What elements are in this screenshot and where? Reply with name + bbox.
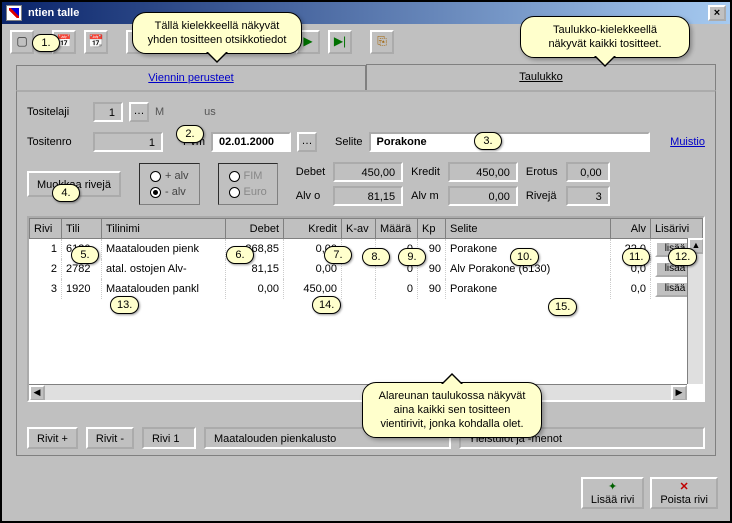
exit-icon[interactable]: ⎘: [370, 30, 394, 54]
callout-bottom: Alareunan taulukossa näkyvät aina kaikki…: [362, 382, 542, 438]
cell-tilinimi: Maatalouden pienk: [102, 239, 226, 260]
col-lisarivi[interactable]: Lisärivi: [651, 219, 703, 239]
sparkle-icon: ✦: [591, 481, 634, 494]
nav-last-icon[interactable]: ▶|: [328, 30, 352, 54]
cell-tili: 1920: [62, 279, 102, 299]
status-rivi: Rivi 1: [142, 427, 196, 449]
horizontal-scrollbar[interactable]: ◀ ▶: [29, 384, 687, 400]
cell-selite: Porakone: [446, 279, 611, 299]
label-alvo: Alv o: [296, 190, 325, 202]
marker-1: 1.: [32, 34, 60, 52]
label-alvm: Alv m: [411, 190, 440, 202]
col-tilinimi[interactable]: Tilinimi: [102, 219, 226, 239]
label-tositelaji: Tositelaji: [27, 106, 87, 118]
label-erotus: Erotus: [526, 166, 558, 178]
total-kredit: 450,00: [448, 162, 518, 182]
col-kav[interactable]: K-av: [342, 219, 376, 239]
label-selite: Selite: [335, 136, 363, 148]
cell-tilinimi: atal. ostojen Alv-: [102, 259, 226, 279]
muistio-link[interactable]: Muistio: [670, 136, 705, 148]
total-erotus: 0,00: [566, 162, 610, 182]
callout-top-left: Tällä kielekkeellä näkyvät yhden tositte…: [132, 12, 302, 54]
callout-top-right: Taulukko-kielekkeellä näkyvät kaikki tos…: [520, 16, 690, 58]
pvm-field[interactable]: 02.01.2000: [211, 132, 291, 152]
bottom-buttons: ✦ Lisää rivi ✕ Poista rivi: [581, 477, 718, 509]
x-icon: ✕: [660, 481, 708, 494]
tositelaji-field[interactable]: 1: [93, 102, 123, 122]
marker-5: 5.: [71, 246, 99, 264]
marker-3: 3.: [474, 132, 502, 150]
tositelaji-lookup-button[interactable]: …: [129, 102, 149, 122]
alv-radio-group: + alv - alv: [139, 163, 200, 205]
col-debet[interactable]: Debet: [226, 219, 284, 239]
marker-14: 14.: [312, 296, 341, 314]
tab-taulukko-label: Taulukko: [519, 71, 562, 83]
scroll-left-icon[interactable]: ◀: [29, 385, 45, 401]
cell-kp: 90: [418, 279, 446, 299]
grid-header: Rivi Tili Tilinimi Debet Kredit K-av Mää…: [30, 219, 703, 239]
col-selite[interactable]: Selite: [446, 219, 611, 239]
window-title: ntien talle: [28, 7, 79, 19]
selite-field[interactable]: Porakone: [369, 132, 651, 152]
label-riveja: Rivejä: [526, 190, 558, 202]
pvm-lookup-button[interactable]: …: [297, 132, 317, 152]
cell-rivi: 3: [30, 279, 62, 299]
total-alvo: 81,15: [333, 186, 403, 206]
delete-row-button[interactable]: ✕ Poista rivi: [650, 477, 718, 509]
col-maara[interactable]: Määrä: [376, 219, 418, 239]
label-tositenro: Tositenro: [27, 136, 87, 148]
rivit-plus-button[interactable]: Rivit +: [27, 427, 78, 449]
radio-fim[interactable]: FIM: [229, 168, 267, 184]
label-kredit: Kredit: [411, 166, 440, 178]
tositenro-field[interactable]: 1: [93, 132, 163, 152]
cell-debet: 0,00: [226, 279, 284, 299]
radio-minus-alv[interactable]: - alv: [150, 184, 189, 200]
marker-11: 11.: [622, 248, 650, 266]
marker-8: 8.: [362, 248, 390, 266]
total-alvm: 0,00: [448, 186, 518, 206]
currency-radio-group: FIM Euro: [218, 163, 278, 205]
cell-kav: [342, 279, 376, 299]
radio-euro[interactable]: Euro: [229, 184, 267, 200]
marker-4: 4.: [52, 184, 80, 202]
marker-2: 2.: [176, 125, 204, 143]
col-kp[interactable]: Kp: [418, 219, 446, 239]
close-icon[interactable]: ×: [708, 5, 726, 21]
tool-new-icon[interactable]: ▢: [10, 30, 34, 54]
total-debet: 450,00: [333, 162, 403, 182]
add-row-button[interactable]: ✦ Lisää rivi: [581, 477, 644, 509]
tositelaji-desc-start: M: [155, 106, 164, 118]
marker-6: 6.: [226, 246, 254, 264]
marker-7: 7.: [324, 246, 352, 264]
cell-rivi: 1: [30, 239, 62, 260]
tositelaji-desc-end: us: [204, 106, 216, 118]
cell-rivi: 2: [30, 259, 62, 279]
marker-9: 9.: [398, 248, 426, 266]
tab-taulukko[interactable]: Taulukko: [366, 64, 716, 90]
cell-maara: 0: [376, 279, 418, 299]
col-rivi[interactable]: Rivi: [30, 219, 62, 239]
col-kredit[interactable]: Kredit: [284, 219, 342, 239]
marker-15: 15.: [548, 298, 577, 316]
marker-10: 10.: [510, 248, 539, 266]
col-alv[interactable]: Alv: [611, 219, 651, 239]
label-debet: Debet: [296, 166, 325, 178]
total-riveja: 3: [566, 186, 610, 206]
app-icon: [6, 5, 22, 21]
tool-calendar-x-icon[interactable]: 📆: [84, 30, 108, 54]
marker-13: 13.: [110, 296, 139, 314]
radio-plus-alv[interactable]: + alv: [150, 168, 189, 184]
cell-alv: 0,0: [611, 279, 651, 299]
scroll-right-icon[interactable]: ▶: [671, 385, 687, 401]
tab-viennin-perusteet[interactable]: Viennin perusteet: [16, 65, 366, 91]
rivit-minus-button[interactable]: Rivit -: [86, 427, 134, 449]
marker-12: 12.: [668, 248, 697, 266]
col-tili[interactable]: Tili: [62, 219, 102, 239]
